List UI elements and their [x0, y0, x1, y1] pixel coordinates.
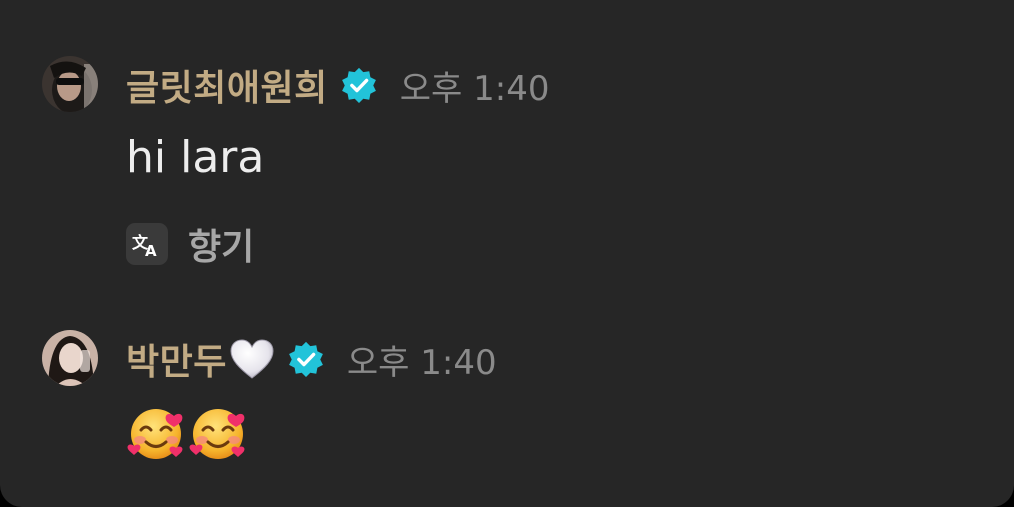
translation-text: 향기 [188, 227, 255, 268]
translation-row[interactable]: 文 A 향기 [126, 220, 254, 268]
timestamp: 오후 1:40 [399, 68, 550, 109]
svg-text:A: A [145, 242, 157, 258]
message-text: hi lara [126, 132, 265, 183]
avatar[interactable] [42, 330, 98, 386]
message-header: 글릿최애원희 오후 1:40 [126, 60, 549, 110]
verified-badge-icon [287, 340, 325, 378]
chat-panel: 글릿최애원희 오후 1:40 hi lara 文 A 향기 박만두 오후 1:4… [0, 0, 1014, 507]
smiling-face-with-hearts-emoji [126, 402, 186, 462]
white-heart-emoji [229, 338, 275, 380]
verified-badge-icon [340, 66, 378, 104]
smiling-face-with-hearts-emoji [188, 402, 248, 462]
translate-icon[interactable]: 文 A [126, 223, 168, 265]
timestamp: 오후 1:40 [346, 342, 497, 383]
username[interactable]: 글릿최애원희 [126, 59, 328, 111]
avatar[interactable] [42, 56, 98, 112]
username[interactable]: 박만두 [126, 333, 227, 385]
message-header: 박만두 오후 1:40 [126, 334, 497, 384]
emoji-message [126, 402, 248, 462]
